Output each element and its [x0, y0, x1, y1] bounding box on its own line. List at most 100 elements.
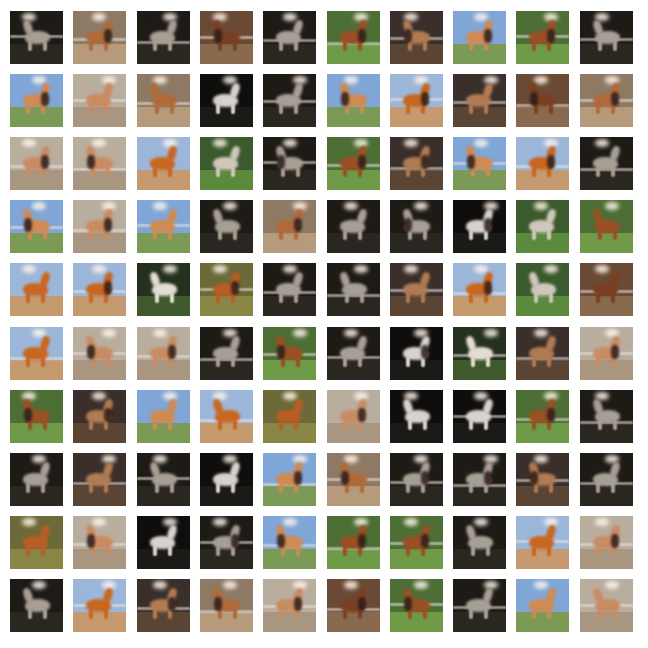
sample-thumbnail	[137, 390, 190, 443]
sample-thumbnail	[453, 200, 506, 253]
sample-thumbnail	[137, 200, 190, 253]
sample-thumbnail	[516, 137, 569, 190]
sample-thumbnail	[137, 137, 190, 190]
sample-thumbnail	[73, 263, 126, 316]
sample-thumbnail	[580, 453, 633, 506]
sample-thumbnail	[327, 11, 380, 64]
sample-thumbnail	[137, 516, 190, 569]
sample-thumbnail	[453, 516, 506, 569]
sample-thumbnail	[73, 516, 126, 569]
sample-thumbnail	[516, 453, 569, 506]
sample-thumbnail	[516, 200, 569, 253]
sample-thumbnail	[137, 74, 190, 127]
sample-thumbnail	[516, 327, 569, 380]
sample-thumbnail	[137, 453, 190, 506]
sample-thumbnail	[580, 516, 633, 569]
sample-thumbnail	[73, 11, 126, 64]
sample-thumbnail	[516, 390, 569, 443]
sample-thumbnail	[327, 74, 380, 127]
sample-thumbnail	[263, 579, 316, 632]
sample-thumbnail	[137, 11, 190, 64]
sample-thumbnail	[10, 327, 63, 380]
sample-thumbnail	[453, 453, 506, 506]
sample-image-grid	[0, 0, 648, 648]
sample-thumbnail	[200, 516, 253, 569]
sample-thumbnail	[516, 579, 569, 632]
sample-thumbnail	[390, 74, 443, 127]
sample-thumbnail	[200, 263, 253, 316]
sample-thumbnail	[580, 327, 633, 380]
sample-thumbnail	[137, 579, 190, 632]
sample-thumbnail	[453, 137, 506, 190]
sample-thumbnail	[263, 516, 316, 569]
sample-thumbnail	[453, 390, 506, 443]
sample-thumbnail	[580, 137, 633, 190]
sample-thumbnail	[73, 74, 126, 127]
sample-thumbnail	[453, 327, 506, 380]
sample-thumbnail	[453, 263, 506, 316]
sample-thumbnail	[73, 327, 126, 380]
sample-thumbnail	[200, 11, 253, 64]
sample-thumbnail	[10, 11, 63, 64]
sample-thumbnail	[200, 453, 253, 506]
sample-thumbnail	[200, 200, 253, 253]
sample-thumbnail	[516, 11, 569, 64]
sample-thumbnail	[516, 74, 569, 127]
sample-thumbnail	[327, 327, 380, 380]
sample-thumbnail	[453, 579, 506, 632]
sample-thumbnail	[390, 137, 443, 190]
sample-thumbnail	[390, 263, 443, 316]
sample-thumbnail	[516, 516, 569, 569]
sample-thumbnail	[390, 327, 443, 380]
sample-thumbnail	[263, 327, 316, 380]
sample-thumbnail	[580, 263, 633, 316]
sample-thumbnail	[580, 579, 633, 632]
sample-thumbnail	[10, 453, 63, 506]
sample-thumbnail	[390, 200, 443, 253]
sample-thumbnail	[73, 200, 126, 253]
sample-thumbnail	[327, 390, 380, 443]
sample-thumbnail	[327, 453, 380, 506]
sample-thumbnail	[10, 200, 63, 253]
sample-thumbnail	[10, 74, 63, 127]
sample-thumbnail	[73, 579, 126, 632]
sample-thumbnail	[10, 516, 63, 569]
sample-thumbnail	[327, 200, 380, 253]
sample-thumbnail	[453, 74, 506, 127]
sample-thumbnail	[580, 11, 633, 64]
sample-thumbnail	[390, 579, 443, 632]
sample-thumbnail	[10, 263, 63, 316]
sample-thumbnail	[10, 137, 63, 190]
sample-thumbnail	[327, 263, 380, 316]
sample-thumbnail	[263, 390, 316, 443]
sample-thumbnail	[137, 327, 190, 380]
sample-thumbnail	[200, 327, 253, 380]
sample-thumbnail	[263, 200, 316, 253]
sample-thumbnail	[200, 137, 253, 190]
sample-thumbnail	[137, 263, 190, 316]
sample-thumbnail	[263, 11, 316, 64]
sample-thumbnail	[580, 74, 633, 127]
sample-thumbnail	[10, 390, 63, 443]
sample-thumbnail	[263, 74, 316, 127]
sample-thumbnail	[327, 516, 380, 569]
sample-thumbnail	[390, 11, 443, 64]
sample-thumbnail	[263, 137, 316, 190]
sample-thumbnail	[453, 11, 506, 64]
sample-thumbnail	[580, 200, 633, 253]
sample-thumbnail	[390, 390, 443, 443]
sample-thumbnail	[580, 390, 633, 443]
sample-thumbnail	[516, 263, 569, 316]
sample-thumbnail	[327, 137, 380, 190]
sample-thumbnail	[263, 263, 316, 316]
sample-thumbnail	[200, 74, 253, 127]
sample-thumbnail	[390, 453, 443, 506]
sample-thumbnail	[73, 390, 126, 443]
sample-thumbnail	[200, 579, 253, 632]
sample-thumbnail	[73, 453, 126, 506]
sample-thumbnail	[73, 137, 126, 190]
sample-thumbnail	[327, 579, 380, 632]
sample-thumbnail	[390, 516, 443, 569]
sample-thumbnail	[200, 390, 253, 443]
sample-thumbnail	[263, 453, 316, 506]
